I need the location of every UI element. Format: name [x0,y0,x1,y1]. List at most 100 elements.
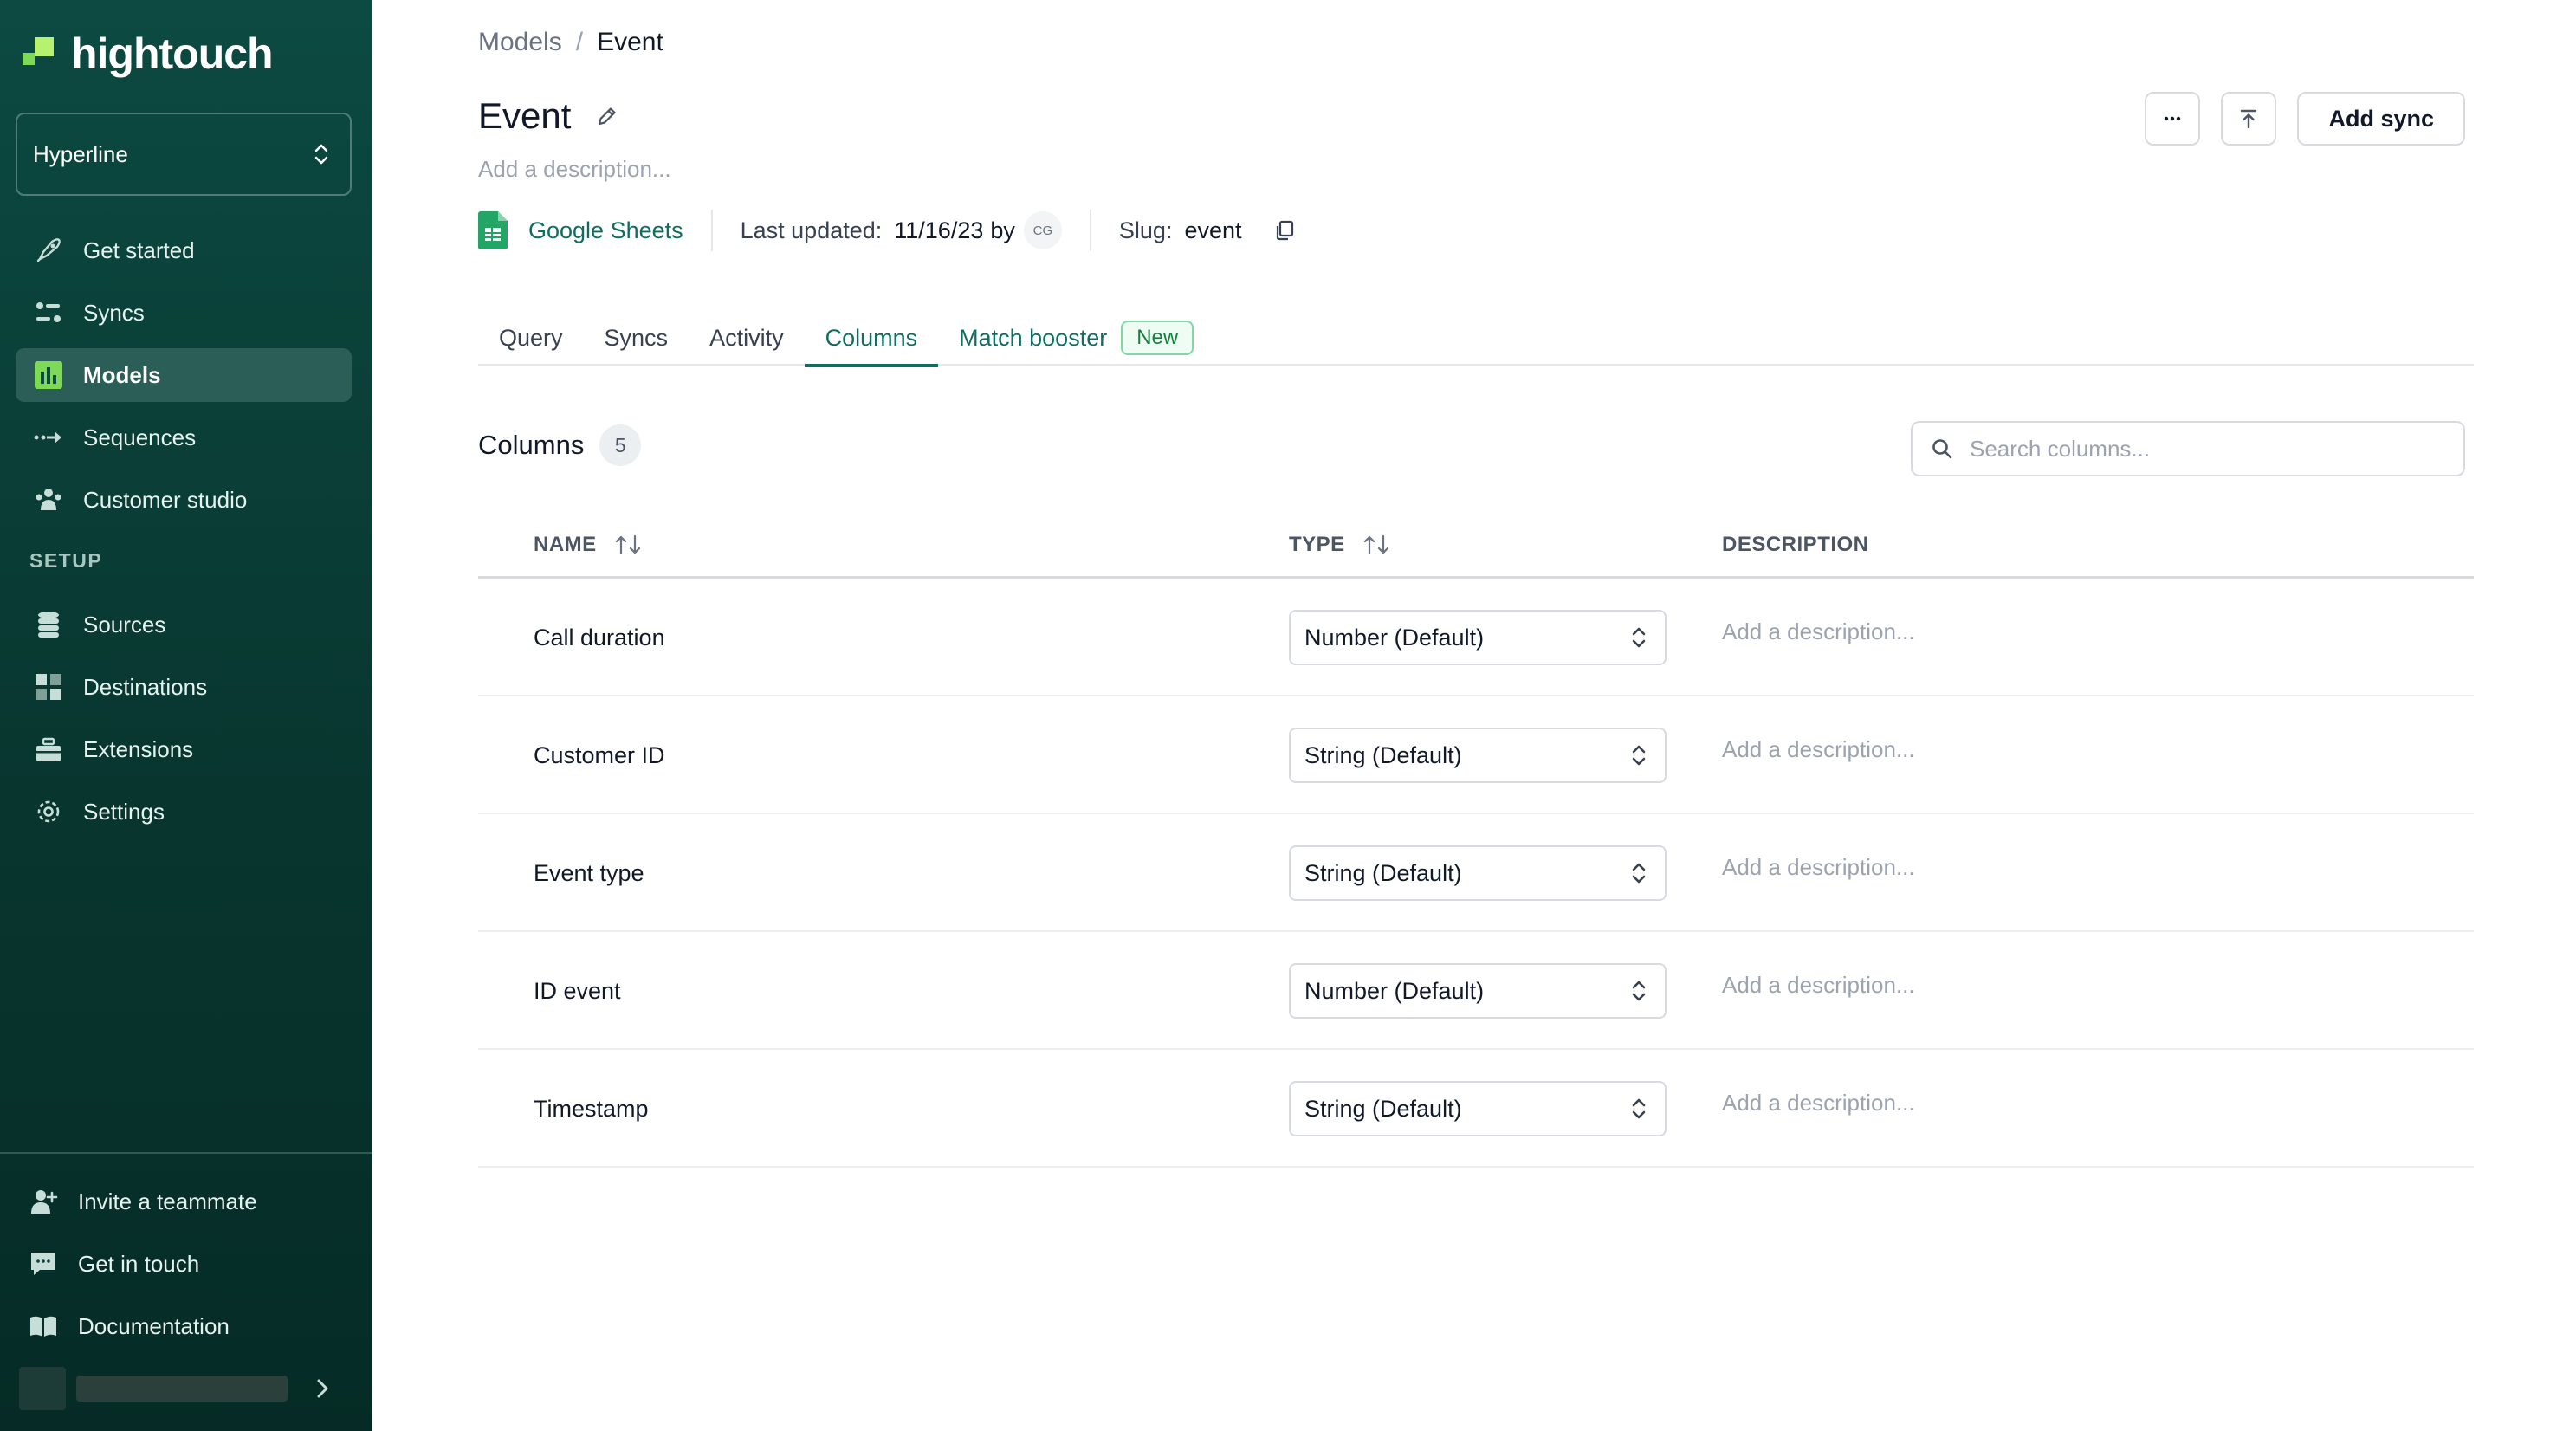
title-row: Event [478,95,619,137]
description-input[interactable]: Add a description... [1722,1090,1915,1117]
workspace-selector[interactable]: Hyperline [16,113,352,196]
logo-text: hightouch [71,29,274,78]
copy-icon[interactable] [1273,219,1296,242]
more-options-button[interactable] [2145,92,2201,146]
name-column-header[interactable]: NAME [534,511,649,579]
chevron-up-down-icon [1632,981,1646,1001]
book-icon [28,1311,59,1342]
last-updated-value: 11/16/23 [894,217,984,243]
add-sync-button[interactable]: Add sync [2297,92,2465,146]
breadcrumb-current: Event [597,28,663,56]
description-input[interactable]: Add a description... [1722,972,1915,999]
documentation-link[interactable]: Documentation [12,1299,359,1353]
tab-query[interactable]: Query [478,310,584,366]
columns-title: Columns [478,430,585,460]
search-columns[interactable] [1911,421,2465,476]
by-label: by [990,217,1015,243]
user-name-redacted [76,1376,288,1402]
invite-teammate-link[interactable]: Invite a teammate [12,1175,359,1228]
description-input[interactable]: Add a description... [1722,854,1915,881]
chat-icon [28,1248,59,1279]
sidebar-item-settings[interactable]: Settings [16,785,352,839]
table-row: Event type String (Default) Add a descri… [478,814,2474,932]
type-select-value: String (Default) [1304,1095,1462,1122]
sidebar-item-extensions[interactable]: Extensions [16,722,352,776]
table-row: Customer ID String (Default) Add a descr… [478,696,2474,814]
sidebar-item-customer-studio[interactable]: Customer studio [16,473,352,527]
sidebar-item-syncs[interactable]: Syncs [16,286,352,340]
tab-columns[interactable]: Columns [804,310,939,367]
chevron-up-down-icon [314,144,328,165]
chevron-up-down-icon [1632,1098,1646,1119]
chevron-up-down-icon [1632,863,1646,884]
breadcrumb-separator: / [575,28,584,56]
description-input[interactable]: Add a description... [1722,736,1915,763]
bottom-item-label: Invite a teammate [78,1188,257,1214]
upload-icon [2241,109,2257,129]
user-menu[interactable] [19,1367,362,1410]
setup-nav: Sources Destinations Extensions Settings [16,598,352,847]
type-select[interactable]: String (Default) [1289,728,1667,783]
table-row: ID event Number (Default) Add a descript… [478,932,2474,1050]
type-select[interactable]: String (Default) [1289,845,1667,901]
sidebar-item-sources[interactable]: Sources [16,598,352,651]
get-in-touch-link[interactable]: Get in touch [12,1237,359,1291]
syncs-icon [33,297,64,328]
type-select[interactable]: String (Default) [1289,1081,1667,1136]
column-name: Event type [534,859,644,886]
header-label: DESCRIPTION [1722,533,1869,556]
model-meta-row: Google Sheets Last updated: 11/16/23 by … [478,208,1296,253]
sidebar-divider [0,1152,372,1154]
avatar [19,1367,66,1410]
type-select-value: String (Default) [1304,859,1462,886]
tab-label: Syncs [604,324,669,351]
chevron-right-icon [317,1379,328,1398]
description-field[interactable]: Add a description... [478,156,671,183]
type-select-value: Number (Default) [1304,977,1485,1004]
meta-divider [1089,210,1091,251]
type-column-header[interactable]: TYPE [1289,511,1397,579]
description-column-header: DESCRIPTION [1722,511,1869,579]
sort-icon[interactable] [614,534,649,556]
add-user-icon [28,1186,59,1217]
customer-studio-icon [33,484,64,515]
columns-table: NAME TYPE DESCRIPTION Call duration Numb… [478,511,2474,1168]
tab-label: Columns [825,324,918,351]
tab-match-booster[interactable]: Match booster New [938,310,1214,366]
pencil-icon[interactable] [595,104,619,128]
sidebar-item-sequences[interactable]: Sequences [16,411,352,464]
database-icon [33,609,64,640]
table-header: NAME TYPE DESCRIPTION [478,511,2474,579]
tab-activity[interactable]: Activity [689,310,805,366]
hightouch-logo[interactable]: hightouch [23,29,274,78]
bottom-nav: Invite a teammate Get in touch Documenta… [12,1175,359,1362]
main-content: Models / Event Event Add sync Add a desc… [372,0,2576,1431]
chevron-up-down-icon [1632,745,1646,766]
source-link[interactable]: Google Sheets [528,217,683,244]
sidebar-item-label: Destinations [83,673,208,700]
slug-value: event [1184,217,1242,243]
header-label: TYPE [1289,533,1345,556]
sequences-icon [33,422,64,453]
new-badge: New [1121,321,1194,355]
description-input[interactable]: Add a description... [1722,618,1915,645]
last-updated-label: Last updated: [740,217,883,243]
sidebar-item-get-started[interactable]: Get started [16,223,352,277]
sidebar-item-label: Customer studio [83,486,248,513]
sort-icon[interactable] [1362,534,1397,556]
sidebar-item-label: Extensions [83,735,194,762]
workspace-name: Hyperline [33,140,128,167]
table-row: Call duration Number (Default) Add a des… [478,579,2474,696]
search-input[interactable] [1970,435,2437,463]
main-nav: Get started Syncs Models Sequences Custo… [16,223,352,535]
move-to-top-button[interactable] [2221,92,2277,146]
breadcrumb-models-link[interactable]: Models [478,28,562,57]
tab-syncs[interactable]: Syncs [584,310,689,366]
sidebar: hightouch Hyperline Get started Syncs Mo… [0,0,372,1431]
destinations-icon [33,671,64,703]
sidebar-item-models[interactable]: Models [16,348,352,402]
sidebar-item-destinations[interactable]: Destinations [16,660,352,714]
type-select[interactable]: Number (Default) [1289,963,1667,1019]
type-select[interactable]: Number (Default) [1289,610,1667,665]
avatar: CG [1023,211,1062,249]
